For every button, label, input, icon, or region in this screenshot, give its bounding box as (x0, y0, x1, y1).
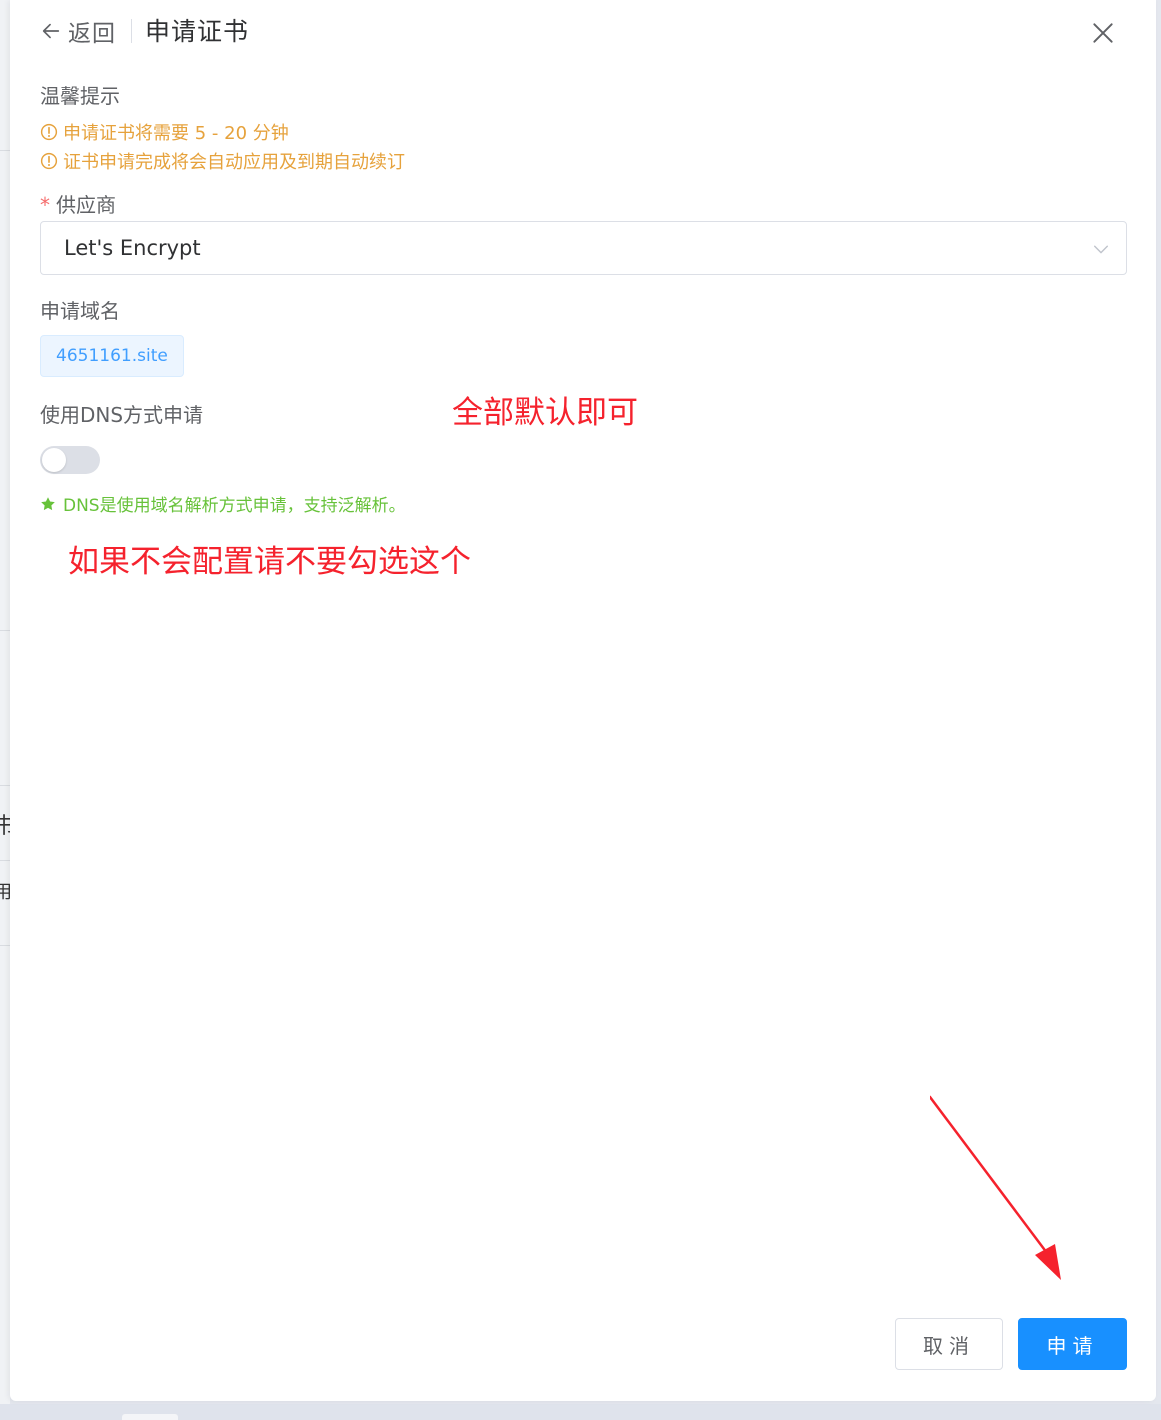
annotation-arrow-icon (930, 1095, 1061, 1280)
provider-select[interactable]: Let's Encrypt (40, 221, 1127, 275)
background-text-fragment: 书 (0, 808, 10, 840)
drawer-title: 申请证书 (145, 17, 250, 46)
tips-heading: 温馨提示 (40, 84, 120, 108)
warning-circle-icon (40, 152, 58, 170)
warning-circle-icon (40, 123, 58, 141)
background-divider (0, 860, 10, 861)
tip-item: 证书申请完成将会自动应用及到期自动续订 (40, 148, 405, 174)
domain-tag: 4651161.site (40, 335, 184, 377)
dns-toggle[interactable] (40, 446, 100, 474)
background-divider (0, 945, 10, 946)
apply-certificate-drawer: 返回 申请证书 温馨提示 申请证书将需要 5 - 20 分钟 证书申请完成将会自… (10, 0, 1156, 1401)
dns-hint: DNS是使用域名解析方式申请，支持泛解析。 (40, 491, 406, 516)
background-tab-bar (0, 1404, 1161, 1420)
dns-label: 使用DNS方式申请 (40, 403, 204, 427)
provider-selected-value: Let's Encrypt (64, 236, 201, 260)
provider-label-text: 供应商 (56, 193, 116, 217)
background-page: 书 用 (0, 0, 10, 1420)
apply-button[interactable]: 申请 (1018, 1318, 1127, 1370)
background-text-fragment: 用 (0, 882, 10, 903)
close-icon[interactable] (1090, 20, 1116, 46)
cancel-button[interactable]: 取消 (895, 1318, 1003, 1370)
tip-text: 证书申请完成将会自动应用及到期自动续订 (63, 152, 405, 173)
header-divider (131, 19, 132, 43)
chevron-down-icon (1093, 245, 1109, 254)
background-divider (0, 785, 10, 786)
back-button[interactable]: 返回 (40, 14, 116, 48)
drawer-header: 返回 申请证书 (10, 0, 1156, 62)
required-mark: * (40, 193, 50, 217)
dns-hint-text: DNS是使用域名解析方式申请，支持泛解析。 (63, 496, 406, 516)
back-label: 返回 (68, 21, 116, 47)
tip-item: 申请证书将需要 5 - 20 分钟 (40, 119, 289, 145)
toggle-knob (42, 448, 66, 472)
background-divider (0, 630, 10, 631)
arrow-left-icon (42, 23, 60, 39)
background-tab (122, 1414, 178, 1420)
annotation-dns-warning: 如果不会配置请不要勾选这个 (68, 544, 471, 580)
tip-text: 申请证书将需要 5 - 20 分钟 (63, 123, 289, 144)
domain-label: 申请域名 (40, 299, 120, 323)
annotation-defaults: 全部默认即可 (452, 395, 638, 431)
provider-label: * 供应商 (40, 189, 116, 218)
background-divider (0, 150, 10, 151)
star-icon (41, 496, 55, 510)
